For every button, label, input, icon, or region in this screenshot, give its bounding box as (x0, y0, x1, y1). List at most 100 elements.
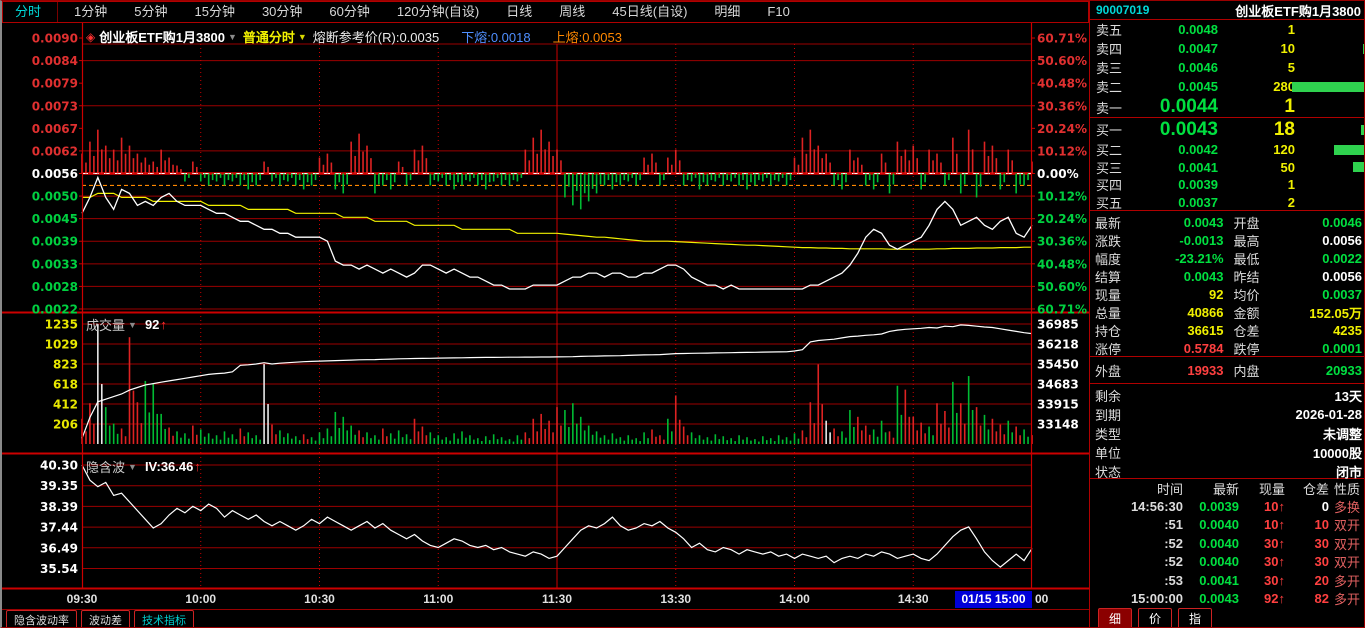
tape-time: :51 (1095, 517, 1183, 532)
axis-label: 412 (53, 398, 78, 412)
axis-label: 20.24% (1037, 122, 1087, 136)
level-price: 0.0045 (1132, 79, 1218, 94)
stat-label: 均价 (1234, 285, 1274, 304)
indicator-tab-2[interactable]: 波动差 (81, 610, 130, 628)
level-volume: 2 (1218, 195, 1361, 210)
tape-header-cell: 现量 (1239, 479, 1285, 498)
menu-item-7[interactable]: 120分钟(自设) (397, 2, 479, 22)
info-row: 到期2026-01-28 (1090, 405, 1365, 424)
tape-row: 15:00:000.004392↑82多开 (1090, 589, 1365, 607)
axis-label: 35.54 (40, 562, 78, 576)
contract-name: 创业板ETF购1月3800 (1235, 1, 1361, 20)
menu-item-4[interactable]: 15分钟 (194, 2, 234, 22)
menu-item-11[interactable]: 明细 (714, 2, 740, 22)
tape-nature: 双开 (1329, 534, 1362, 553)
tape-time: :52 (1095, 536, 1183, 551)
stats-row: 幅度-23.21%最低0.0022 (1090, 249, 1365, 267)
stats-row: 最新0.0043开盘0.0046 (1090, 213, 1365, 231)
order-book-row[interactable]: 卖二0.0045280 (1090, 77, 1365, 96)
order-book-row[interactable]: 买三0.004150 (1090, 159, 1365, 177)
chevron-down-icon[interactable]: ▼ (298, 32, 307, 42)
info-row: 类型未调整 (1090, 424, 1365, 443)
stat-label: 仓差 (1234, 321, 1274, 340)
tape-price: 0.0041 (1183, 573, 1239, 588)
depth-bar (1361, 125, 1365, 135)
axis-label: 0.0033 (32, 257, 78, 271)
detail-tab-1[interactable]: 细 (1098, 608, 1132, 628)
stat-label: 最新 (1095, 213, 1135, 232)
axis-label: 618 (53, 378, 78, 392)
axis-label: 50.60% (1037, 54, 1087, 68)
info-value: 2026-01-28 (1121, 407, 1362, 422)
menu-item-10[interactable]: 45日线(自设) (612, 2, 687, 22)
axis-label: 30.36% (1037, 99, 1087, 113)
chevron-down-icon[interactable]: ▼ (128, 462, 137, 472)
period-menubar: 分时 1分钟 5分钟 15分钟 30分钟 60分钟 120分钟(自设) 日线 周线 45日线(自设… (2, 1, 1089, 23)
info-row: 剩余13天 (1090, 386, 1365, 405)
volume-indicator-selector[interactable]: 成交量 (86, 315, 125, 334)
tape-price: 0.0040 (1183, 517, 1239, 532)
stat-label: 金额 (1234, 303, 1274, 322)
outer-inner-volume-row: 外盘 19933 内盘 20933 (1090, 357, 1365, 384)
menu-item-6[interactable]: 60分钟 (329, 2, 369, 22)
axis-label: 0.0079 (32, 77, 78, 91)
time-cursor-tail: 00 (1035, 592, 1048, 606)
order-book-row[interactable]: 卖五0.00481 (1090, 20, 1365, 39)
order-book-row[interactable]: 买二0.0042120 (1090, 141, 1365, 159)
level-volume: 18 (1218, 119, 1361, 141)
depth-bar (1334, 145, 1365, 155)
menu-item-9[interactable]: 周线 (559, 2, 585, 22)
stat-label: 昨结 (1234, 267, 1274, 286)
order-book-row[interactable]: 卖四0.004710 (1090, 39, 1365, 58)
time-tick: 10:00 (185, 592, 216, 606)
stat-value: 0.0037 (1274, 287, 1363, 302)
trading-terminal-window: 分时 1分钟 5分钟 15分钟 30分钟 60分钟 120分钟(自设) 日线 周线 45日线(自设… (0, 0, 1365, 628)
time-tick: 09:30 (67, 592, 98, 606)
bid-levels: 买一0.004318买二0.0042120买三0.004150买四0.00391… (1090, 118, 1365, 211)
axis-label: 0.0056 (32, 167, 78, 181)
order-book-row[interactable]: 买一0.004318 (1090, 118, 1365, 141)
symbol-selector[interactable]: 创业板ETF购1月3800 (99, 27, 225, 46)
axis-label: 0.0067 (32, 122, 78, 136)
detail-tab-2[interactable]: 价 (1138, 608, 1172, 628)
stat-label: 持仓 (1095, 321, 1135, 340)
menu-item-1[interactable]: 分时 (15, 2, 58, 22)
indicator-tab-3[interactable]: 技术指标 (134, 610, 194, 628)
stats-row: 涨跌-0.0013最高0.0056 (1090, 231, 1365, 249)
stats-row: 持仓36615仓差4235 (1090, 321, 1365, 339)
order-book-row[interactable]: 买五0.00372 (1090, 194, 1365, 212)
depth-bar (1292, 82, 1365, 92)
instrument-icon: ◈ (86, 30, 95, 44)
chevron-down-icon[interactable]: ▼ (228, 32, 237, 42)
order-book-row[interactable]: 卖三0.00465 (1090, 58, 1365, 77)
tape-volume: 10↑ (1239, 499, 1285, 514)
order-book-row[interactable]: 卖一0.00441 (1090, 96, 1365, 118)
level-label: 卖五 (1096, 20, 1132, 39)
detail-tabs: 细价指 (1090, 608, 1365, 628)
stat-value: 0.0001 (1274, 341, 1363, 356)
axis-label: 39.35 (40, 479, 78, 493)
tape-oi-delta: 82 (1285, 591, 1329, 606)
info-label: 剩余 (1095, 386, 1121, 405)
chart-mode-selector[interactable]: 普通分时 (243, 27, 295, 46)
axis-label: 0.0084 (32, 54, 78, 68)
chevron-down-icon[interactable]: ▼ (128, 320, 137, 330)
level-price: 0.0037 (1132, 195, 1218, 210)
level-volume: 1 (1218, 177, 1361, 192)
time-tick: 13:30 (660, 592, 691, 606)
info-value: 未调整 (1121, 424, 1362, 443)
intraday-chart[interactable]: 0.00900.00840.00790.00730.00670.00620.00… (2, 23, 1089, 591)
menu-item-2[interactable]: 1分钟 (74, 2, 107, 22)
stats-row: 总量40866金额152.05万 (1090, 303, 1365, 321)
info-value: 10000股 (1121, 443, 1362, 462)
iv-indicator-selector[interactable]: 隐含波 (86, 457, 125, 476)
indicator-tab-1[interactable]: 隐含波动率 (6, 610, 77, 628)
menu-item-3[interactable]: 5分钟 (134, 2, 167, 22)
detail-tab-3[interactable]: 指 (1178, 608, 1212, 628)
menu-item-5[interactable]: 30分钟 (262, 2, 302, 22)
order-book-row[interactable]: 买四0.00391 (1090, 176, 1365, 194)
menu-item-8[interactable]: 日线 (506, 2, 532, 22)
menu-item-12[interactable]: F10 (767, 2, 789, 22)
tape-nature: 多换 (1329, 497, 1362, 516)
time-tick: 11:00 (423, 592, 453, 606)
